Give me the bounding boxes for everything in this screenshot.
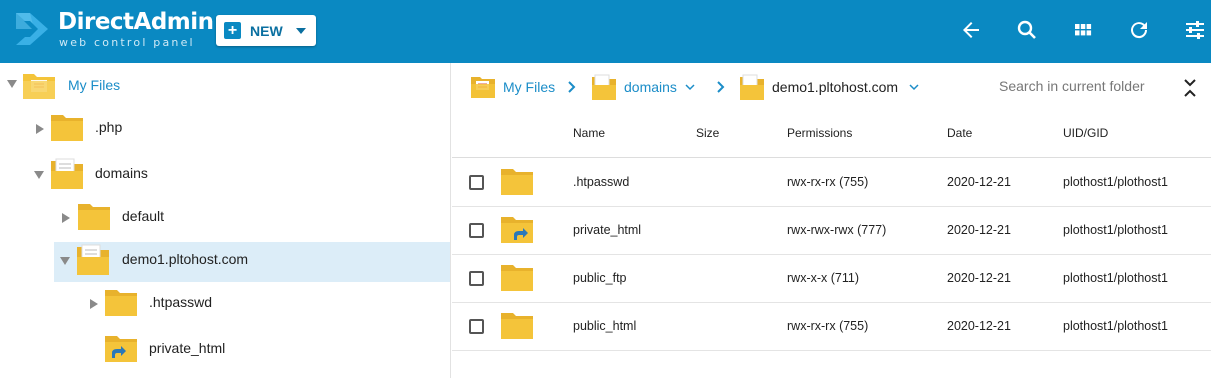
expand-arrow-icon[interactable] [62, 213, 70, 223]
top-bar: DirectAdmin web control panel + NEW [0, 0, 1211, 63]
open-folder-icon [51, 158, 83, 189]
home-folder-icon [471, 77, 495, 98]
tree-item-private-html[interactable]: private_html [0, 329, 451, 371]
search-input[interactable]: Search in current folder [999, 78, 1145, 94]
chevron-right-icon [717, 81, 725, 93]
folder-symlink-icon [501, 217, 533, 243]
column-header-size[interactable]: Size [696, 126, 719, 140]
file-permissions: rwx-rx-rx (755) [787, 319, 869, 333]
file-owner: plothost1/plothost1 [1063, 223, 1168, 237]
tree-item-domains[interactable]: domains [0, 154, 451, 196]
folder-icon [501, 265, 533, 291]
tree-item-htpasswd[interactable]: .htpasswd [0, 283, 451, 325]
column-header-uid-gid[interactable]: UID/GID [1063, 126, 1108, 140]
expand-arrow-icon[interactable] [7, 80, 17, 88]
column-header-permissions[interactable]: Permissions [787, 126, 852, 140]
open-folder-icon [592, 74, 616, 100]
home-folder-icon [23, 74, 55, 99]
file-date: 2020-12-21 [947, 319, 1011, 333]
expand-arrow-icon[interactable] [34, 171, 44, 179]
settings-sliders-icon[interactable] [1183, 18, 1207, 42]
row-checkbox[interactable] [469, 175, 484, 190]
table-row[interactable]: public_ftp rwx-x-x (711) 2020-12-21 plot… [452, 255, 1211, 303]
chevron-down-icon[interactable] [685, 83, 695, 91]
tree-item-label: default [122, 208, 165, 224]
row-checkbox[interactable] [469, 319, 484, 334]
folder-icon [501, 169, 533, 195]
folder-tree: My Files .php domains default demo1.plto… [0, 63, 451, 378]
folder-icon [78, 204, 110, 230]
expand-arrow-icon[interactable] [90, 299, 98, 309]
column-header-name[interactable]: Name [573, 126, 605, 140]
table-header: Name Size Permissions Date UID/GID [452, 111, 1211, 158]
breadcrumb-current[interactable]: demo1.pltohost.com [772, 79, 898, 95]
file-date: 2020-12-21 [947, 271, 1011, 285]
grid-view-icon[interactable] [1071, 18, 1095, 42]
open-folder-icon [740, 74, 764, 100]
file-permissions: rwx-x-x (711) [787, 271, 859, 285]
search-icon[interactable] [1015, 18, 1039, 42]
chevron-right-icon [568, 81, 576, 93]
file-owner: plothost1/plothost1 [1063, 319, 1168, 333]
tree-item-php[interactable]: .php [0, 108, 451, 150]
table-row[interactable]: .htpasswd rwx-rx-rx (755) 2020-12-21 plo… [452, 159, 1211, 207]
tree-item-demo1-pltohost[interactable]: demo1.pltohost.com [0, 240, 451, 282]
tree-item-label: demo1.pltohost.com [122, 251, 249, 267]
row-checkbox[interactable] [469, 271, 484, 286]
plus-icon: + [224, 22, 241, 39]
chevron-down-icon [296, 28, 306, 34]
directadmin-logo-icon [16, 13, 48, 45]
new-button[interactable]: + NEW [216, 15, 316, 46]
breadcrumb-item[interactable]: My Files [503, 79, 555, 95]
file-date: 2020-12-21 [947, 175, 1011, 189]
brand-title: DirectAdmin [58, 9, 214, 35]
file-name[interactable]: public_html [573, 319, 636, 333]
file-owner: plothost1/plothost1 [1063, 271, 1168, 285]
table-row[interactable]: public_html rwx-rx-rx (755) 2020-12-21 p… [452, 303, 1211, 351]
file-owner: plothost1/plothost1 [1063, 175, 1168, 189]
file-permissions: rwx-rx-rx (755) [787, 175, 869, 189]
tree-item-label: .php [95, 119, 123, 135]
chevron-down-icon[interactable] [909, 83, 919, 91]
expand-arrow-icon[interactable] [36, 124, 44, 134]
folder-icon [501, 313, 533, 339]
file-name[interactable]: public_ftp [573, 271, 627, 285]
breadcrumb-item[interactable]: domains [624, 79, 677, 95]
open-folder-icon [77, 244, 109, 275]
file-date: 2020-12-21 [947, 223, 1011, 237]
new-button-label: NEW [250, 23, 283, 39]
tree-item-my-files[interactable]: My Files [0, 66, 451, 108]
file-name[interactable]: .htpasswd [573, 175, 629, 189]
tree-item-label: private_html [149, 340, 226, 356]
tree-item-label: .htpasswd [149, 294, 213, 310]
file-name[interactable]: private_html [573, 223, 641, 237]
folder-icon [51, 115, 83, 141]
column-header-date[interactable]: Date [947, 126, 972, 140]
back-icon[interactable] [959, 18, 983, 42]
file-permissions: rwx-rwx-rwx (777) [787, 223, 887, 237]
expand-arrow-icon[interactable] [60, 257, 70, 265]
brand-subtitle: web control panel [59, 36, 195, 49]
tree-item-label: My Files [68, 77, 121, 93]
collapse-expand-icon[interactable] [1183, 78, 1197, 98]
tree-item-default[interactable]: default [0, 197, 451, 239]
folder-symlink-icon [105, 336, 137, 362]
row-checkbox[interactable] [469, 223, 484, 238]
table-row[interactable]: private_html rwx-rwx-rwx (777) 2020-12-2… [452, 207, 1211, 255]
folder-icon [105, 290, 137, 316]
refresh-icon[interactable] [1127, 18, 1151, 42]
tree-item-label: domains [95, 165, 148, 181]
